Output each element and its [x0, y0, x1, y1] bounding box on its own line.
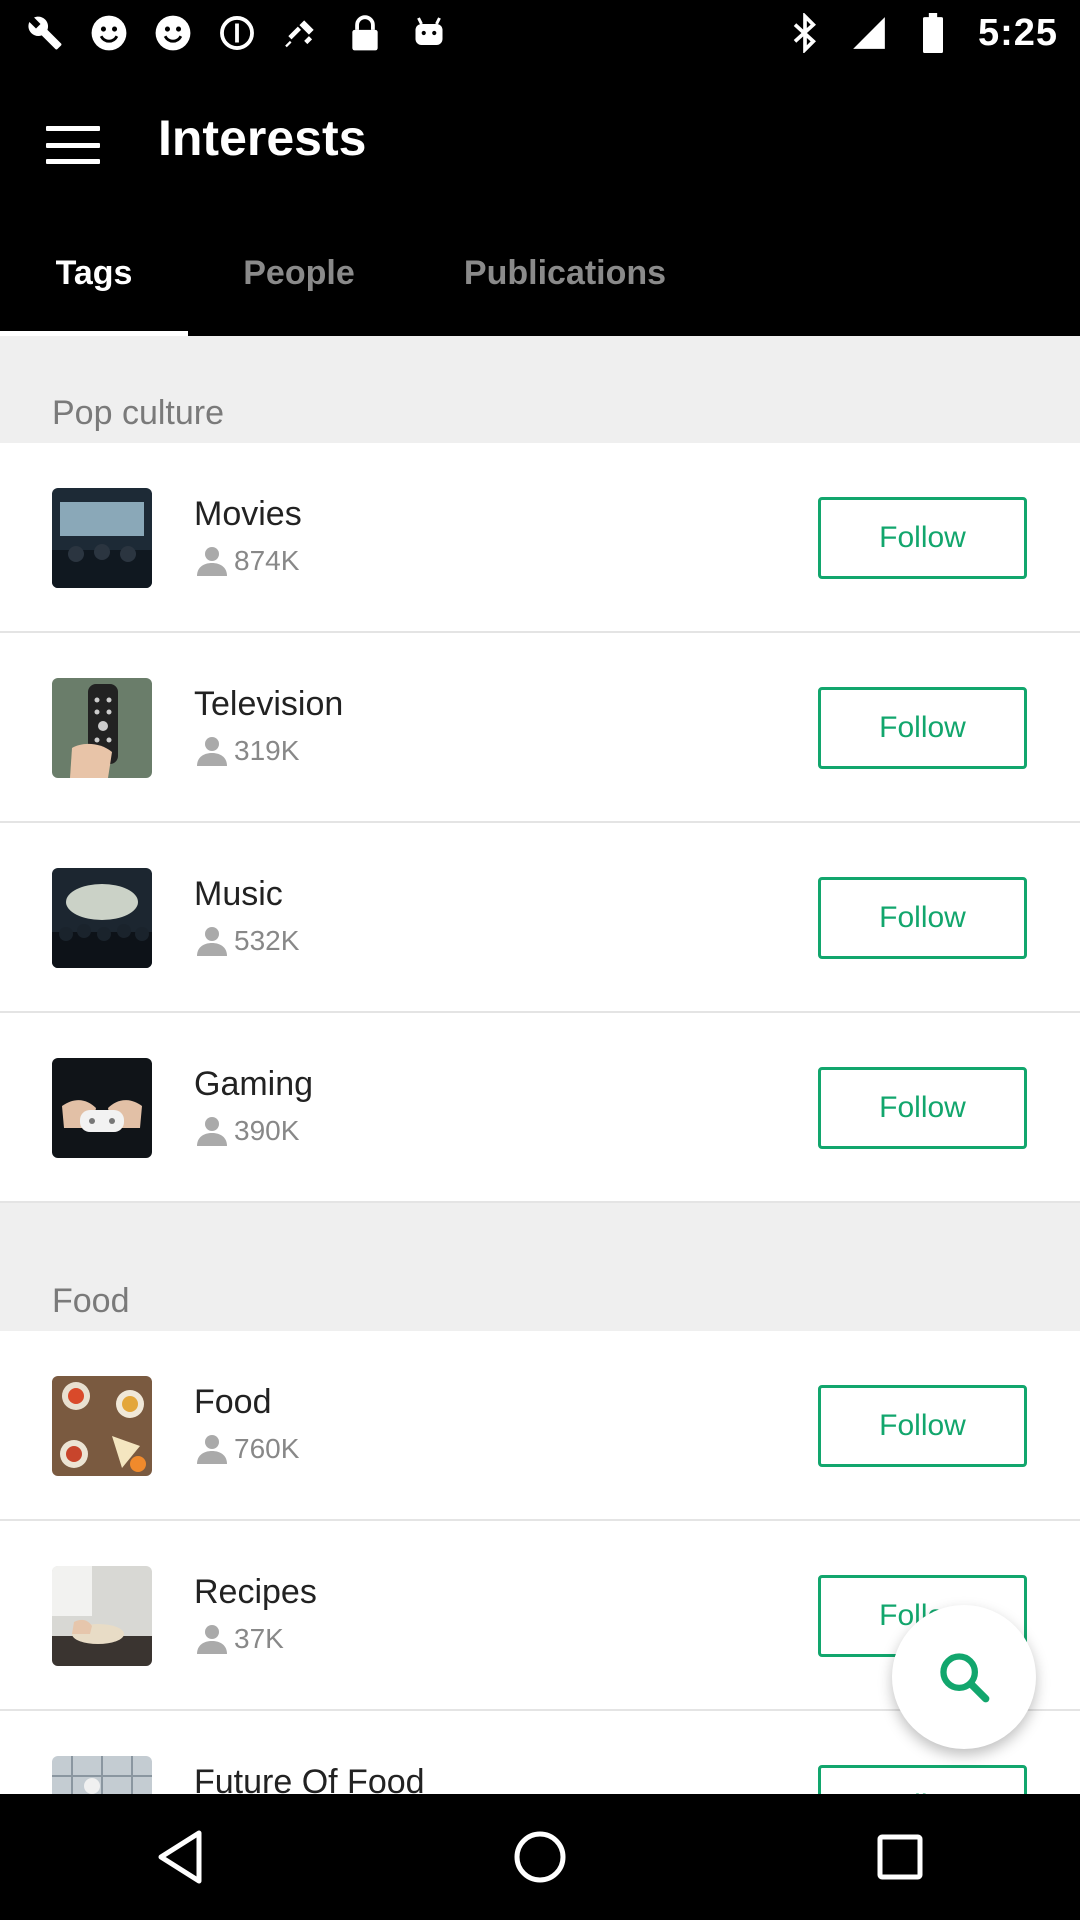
no-signal-satellite-icon — [282, 14, 320, 52]
battery-icon — [914, 13, 952, 53]
follower-count-value: 874K — [234, 545, 300, 576]
food-thumbnail — [52, 1376, 152, 1476]
item-title: Recipes — [194, 1573, 317, 1611]
smiley-icon — [154, 14, 192, 52]
follower-count: 390K — [194, 1115, 299, 1147]
system-navigation-bar — [0, 1794, 1080, 1920]
follower-count-value: 760K — [234, 1433, 300, 1464]
list-item[interactable]: Television 319K Follow — [0, 633, 1080, 823]
item-title: Gaming — [194, 1065, 314, 1103]
follow-button[interactable]: Follow — [818, 497, 1027, 579]
tab-tags[interactable]: Tags — [0, 242, 188, 336]
future-of-food-thumbnail — [52, 1756, 152, 1794]
follow-button[interactable]: Follow — [818, 1765, 1027, 1794]
follow-button[interactable]: Follow — [818, 1067, 1027, 1149]
tab-publications[interactable]: Publications — [410, 242, 720, 336]
follower-count: 319K — [194, 735, 299, 767]
search-fab-button[interactable] — [892, 1605, 1036, 1749]
person-icon — [197, 1625, 227, 1654]
page-title: Interests — [158, 110, 367, 166]
back-triangle-icon — [158, 1830, 202, 1884]
follow-button[interactable]: Follow — [818, 1385, 1027, 1467]
back-button[interactable] — [130, 1807, 230, 1907]
follower-count: 760K — [194, 1433, 299, 1465]
follower-count-value: 319K — [234, 735, 300, 766]
home-circle-icon — [514, 1831, 566, 1883]
recents-square-icon — [877, 1834, 923, 1880]
wrench-icon — [26, 14, 64, 52]
section-header: Pop culture — [0, 336, 1080, 443]
gaming-thumbnail — [52, 1058, 152, 1158]
recipes-thumbnail — [52, 1566, 152, 1666]
bluetooth-icon — [786, 13, 824, 53]
section-header-label: Pop culture — [52, 394, 224, 432]
data-saver-icon — [218, 14, 256, 52]
person-icon — [197, 1435, 227, 1464]
app-bar: Interests Tags People Publications — [0, 66, 1080, 336]
section-header-label: Food — [52, 1282, 130, 1320]
follower-count: 532K — [194, 925, 299, 957]
list-item[interactable]: Gaming 390K Follow — [0, 1013, 1080, 1203]
menu-icon[interactable] — [46, 118, 100, 172]
item-title: Television — [194, 685, 344, 723]
tab-bar: Tags People Publications — [0, 242, 1080, 336]
tab-people[interactable]: People — [188, 242, 410, 336]
follower-count: 874K — [194, 545, 299, 577]
status-time: 5:25 — [977, 11, 1058, 54]
follower-count-value: 37K — [234, 1623, 284, 1654]
item-title: Music — [194, 875, 283, 913]
signal-icon — [850, 14, 888, 52]
smiley-icon — [90, 14, 128, 52]
item-title: Food — [194, 1383, 272, 1421]
recents-button[interactable] — [850, 1807, 950, 1907]
movies-thumbnail — [52, 488, 152, 588]
status-bar: 5:25 — [0, 0, 1080, 66]
person-icon — [197, 1117, 227, 1146]
list-item[interactable]: Movies 874K Follow — [0, 443, 1080, 633]
music-thumbnail — [52, 868, 152, 968]
interest-list[interactable]: Pop culture Movies 874K Follow Televisio… — [0, 336, 1080, 1794]
person-icon — [197, 927, 227, 956]
follower-count-value: 390K — [234, 1115, 300, 1146]
person-icon — [197, 547, 227, 576]
search-icon — [940, 1653, 990, 1703]
home-button[interactable] — [490, 1807, 590, 1907]
list-item[interactable]: Food 760K Follow — [0, 1331, 1080, 1521]
section-header: Food — [0, 1203, 1080, 1331]
television-thumbnail — [52, 678, 152, 778]
android-icon — [410, 14, 448, 52]
follower-count-value: 532K — [234, 925, 300, 956]
person-icon — [197, 737, 227, 766]
lock-icon — [346, 14, 384, 52]
follower-count: 37K — [194, 1623, 284, 1655]
list-item[interactable]: Music 532K Follow — [0, 823, 1080, 1013]
item-title: Movies — [194, 495, 302, 533]
follow-button[interactable]: Follow — [818, 687, 1027, 769]
item-title: Future Of Food — [194, 1763, 425, 1794]
follow-button[interactable]: Follow — [818, 877, 1027, 959]
